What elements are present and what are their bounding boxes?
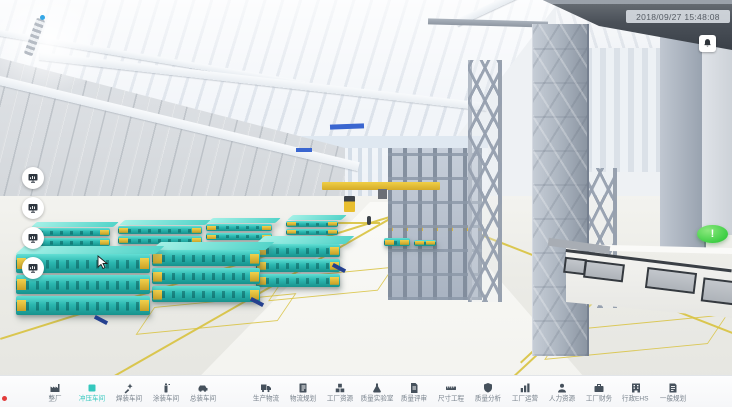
menu-module-chart[interactable]: 工厂运营	[506, 382, 543, 403]
light-glow	[0, 0, 108, 92]
menu-module-flask[interactable]: 质量实验室	[358, 382, 395, 403]
menu-module-label: 质量分析	[474, 395, 500, 402]
die-stack	[118, 224, 202, 244]
tab-workshop-stamping[interactable]: 冲压车间	[73, 382, 110, 403]
tab-workshop-assembly[interactable]: 总装车间	[184, 382, 221, 403]
record-indicator	[2, 396, 7, 401]
menu-module-building[interactable]: 行政EHS	[617, 382, 654, 403]
menu-module-plan[interactable]: 一般规划	[654, 382, 691, 403]
workshop-tabs: 整厂 冲压车间 焊装车间 涂装车间 总装车间	[36, 382, 221, 403]
notifications-button[interactable]	[699, 35, 716, 52]
person-icon	[556, 382, 568, 394]
distant-worker	[367, 216, 371, 225]
chart-icon	[519, 382, 531, 394]
steel-column	[532, 24, 589, 356]
tab-workshop-factory[interactable]: 整厂	[36, 382, 73, 403]
tab-workshop-label: 焊装车间	[115, 395, 141, 402]
tab-workshop-painting[interactable]: 涂装车间	[147, 382, 184, 403]
die-stack	[256, 242, 340, 287]
timestamp-text: 2018/09/27 15:48:08	[636, 12, 720, 22]
menu-module-boxes[interactable]: 工厂资源	[321, 382, 358, 403]
module-menu: 生产物流 物流规划 工厂资源 质量实验室质量评审 尺寸工程 质量分析 工厂运营 人力资源 工厂财…	[247, 382, 691, 403]
menu-module-label: 物流规划	[289, 395, 315, 402]
menu-module-person[interactable]: 人力资源	[543, 382, 580, 403]
dashboard-panel-button-1[interactable]	[22, 167, 44, 189]
conveyor-beam	[296, 148, 312, 152]
machine-unit	[384, 236, 410, 246]
menu-module-label: 行政EHS	[622, 395, 649, 402]
fixture-glint	[40, 15, 45, 20]
tab-workshop-label: 涂装车间	[152, 395, 178, 402]
dashboard-icon	[27, 232, 39, 244]
menu-module-label: 质量评审	[400, 395, 426, 402]
assembly-icon	[197, 382, 209, 394]
menu-module-label: 一般规划	[659, 395, 685, 402]
factory-icon	[49, 382, 61, 394]
tab-workshop-label: 整厂	[48, 395, 61, 402]
menu-module-label: 人力资源	[548, 395, 574, 402]
menu-module-truck[interactable]: 生产物流	[247, 382, 284, 403]
dashboard-panel-button-2[interactable]	[22, 197, 44, 219]
menu-module-document[interactable]: 质量评审	[395, 382, 432, 403]
flask-icon	[371, 382, 383, 394]
tab-workshop-label: 总装车间	[189, 395, 215, 402]
clipboard-icon	[297, 382, 309, 394]
building-icon	[630, 382, 642, 394]
alert-marker[interactable]: !	[697, 225, 728, 243]
menu-module-label: 工厂资源	[326, 395, 352, 402]
3d-factory-viewport[interactable]: !	[0, 0, 732, 407]
plan-icon	[667, 382, 679, 394]
ruler-icon	[445, 382, 457, 394]
menu-module-shield[interactable]: 质量分析	[469, 382, 506, 403]
die-stack	[152, 248, 260, 302]
tab-workshop-label: 冲压车间	[78, 395, 104, 402]
briefcase-icon	[593, 382, 605, 394]
menu-module-label: 生产物流	[252, 395, 278, 402]
menu-module-briefcase[interactable]: 工厂财务	[580, 382, 617, 403]
dashboard-panel-button-4[interactable]	[22, 257, 44, 279]
dashboard-icon	[27, 172, 39, 184]
welding-icon	[123, 382, 135, 394]
factory-digital-twin-app: ! 2018/09/27 15:48:08 整厂 冲压车间 焊装车间 涂装车间 总装车间…	[0, 0, 732, 407]
lattice-column	[468, 60, 502, 302]
dashboard-panel-button-3[interactable]	[22, 227, 44, 249]
mouse-cursor	[97, 255, 109, 270]
menu-module-label: 尺寸工程	[437, 395, 463, 402]
machine-unit	[414, 238, 436, 246]
die-stack	[286, 219, 338, 235]
alert-marker-label: !	[711, 228, 715, 240]
timestamp: 2018/09/27 15:48:08	[626, 10, 730, 23]
distant-bay-wall	[586, 48, 662, 172]
shield-icon	[482, 382, 494, 394]
menu-module-label: 工厂运营	[511, 395, 537, 402]
menu-module-clipboard[interactable]: 物流规划	[284, 382, 321, 403]
boxes-icon	[334, 382, 346, 394]
truck-icon	[260, 382, 272, 394]
painting-icon	[160, 382, 172, 394]
stamping-icon	[86, 382, 98, 394]
crane-hoist	[378, 189, 387, 199]
forklift	[344, 196, 355, 212]
bottom-toolbar: 整厂 冲压车间 焊装车间 涂装车间 总装车间 生产物流 物流规划 工厂资源 质量实验室质量评审…	[0, 375, 732, 407]
menu-module-ruler[interactable]: 尺寸工程	[432, 382, 469, 403]
dashboard-icon	[27, 202, 39, 214]
tab-workshop-welding[interactable]: 焊装车间	[110, 382, 147, 403]
dashboard-icon	[27, 262, 39, 274]
right-wall-panel	[702, 40, 732, 235]
document-icon	[408, 382, 420, 394]
menu-module-label: 质量实验室	[360, 395, 393, 402]
menu-module-label: 工厂财务	[585, 395, 611, 402]
bell-icon	[702, 38, 713, 49]
